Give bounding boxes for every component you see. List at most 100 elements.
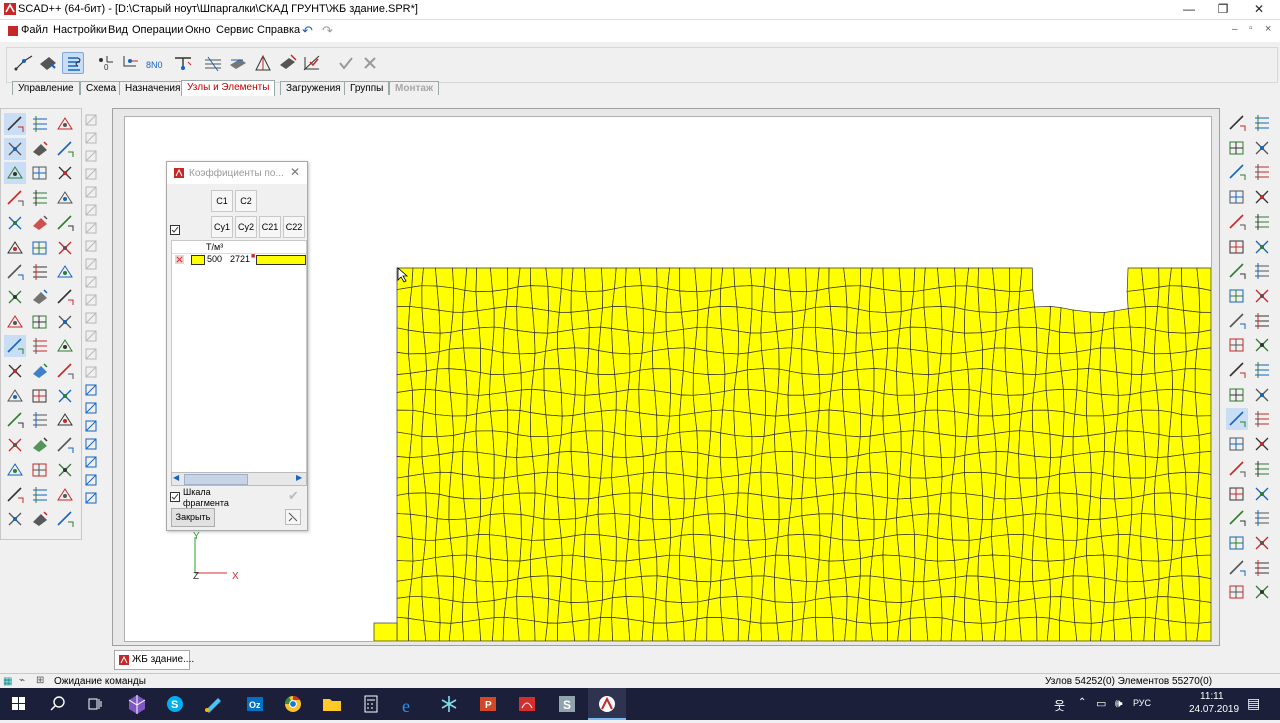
- mesh-element[interactable]: [964, 621, 984, 641]
- mesh-element[interactable]: [547, 598, 560, 624]
- mesh-element[interactable]: [679, 290, 699, 313]
- dialog-info-icon[interactable]: [285, 509, 301, 525]
- mesh-element[interactable]: [1031, 390, 1049, 411]
- mesh-element[interactable]: [558, 576, 572, 603]
- mesh-element[interactable]: [1194, 391, 1211, 417]
- mesh-element[interactable]: [611, 328, 631, 355]
- mesh-element[interactable]: [543, 537, 563, 558]
- status-grid-icon[interactable]: ▦: [3, 676, 12, 687]
- mesh-element[interactable]: [652, 494, 671, 521]
- right-palette-tool-39-icon[interactable]: [1226, 581, 1248, 603]
- mesh-element[interactable]: [611, 616, 631, 641]
- mesh-element[interactable]: [814, 476, 834, 497]
- mesh-element[interactable]: [1154, 370, 1174, 391]
- mesh-element[interactable]: [1086, 391, 1104, 417]
- mesh-element[interactable]: [828, 409, 847, 437]
- left-palette-tool-22-icon[interactable]: [4, 286, 26, 308]
- status-snap-icon[interactable]: ⌁: [19, 675, 25, 686]
- mesh-element[interactable]: [476, 534, 491, 560]
- mesh-element[interactable]: [557, 496, 577, 521]
- mesh-element[interactable]: [1181, 575, 1201, 602]
- element-check-icon[interactable]: [301, 52, 323, 74]
- left-palette-tool-23-icon[interactable]: [29, 286, 51, 308]
- menu-operations[interactable]: Операции: [132, 24, 183, 36]
- mesh-element[interactable]: [952, 454, 966, 475]
- mesh-element[interactable]: [760, 471, 780, 499]
- mesh-element[interactable]: [749, 267, 766, 288]
- mesh-element[interactable]: [396, 560, 414, 582]
- taskbar-skype-icon[interactable]: S: [156, 688, 194, 720]
- mesh-element[interactable]: [1155, 306, 1169, 333]
- mesh-element[interactable]: [665, 288, 682, 313]
- mesh-element[interactable]: [1113, 308, 1131, 329]
- mesh-element[interactable]: [815, 287, 831, 308]
- c21-button[interactable]: C21: [259, 216, 281, 238]
- mesh-element[interactable]: [396, 389, 414, 411]
- mesh-element[interactable]: [1018, 306, 1037, 329]
- mesh-element[interactable]: [423, 388, 436, 415]
- mesh-element[interactable]: [614, 560, 627, 582]
- mesh-element[interactable]: [843, 267, 861, 287]
- document-tab[interactable]: ЖБ здание....: [114, 650, 194, 670]
- secondary-tool-7-icon[interactable]: [83, 220, 99, 236]
- mesh-element[interactable]: [517, 559, 532, 580]
- mesh-element[interactable]: [952, 596, 966, 623]
- mesh-element[interactable]: [747, 471, 763, 496]
- mesh-element[interactable]: [435, 537, 453, 558]
- taskbar-acrobat-icon[interactable]: [508, 688, 546, 720]
- mesh-element[interactable]: [558, 432, 572, 453]
- mesh-element[interactable]: [828, 577, 848, 598]
- mesh-element[interactable]: [665, 472, 685, 500]
- mesh-element[interactable]: [421, 411, 438, 438]
- mesh-element[interactable]: [1181, 555, 1200, 577]
- mesh-element[interactable]: [1100, 473, 1116, 500]
- mesh-element[interactable]: [614, 372, 631, 393]
- mesh-element[interactable]: [829, 596, 848, 621]
- mesh-element[interactable]: [396, 492, 411, 515]
- mesh-element[interactable]: [774, 311, 794, 332]
- mesh-element[interactable]: [1143, 286, 1160, 308]
- mesh-element[interactable]: [490, 558, 509, 583]
- mesh-element[interactable]: [883, 368, 898, 396]
- mesh-element[interactable]: [898, 411, 916, 433]
- mesh-element[interactable]: [680, 515, 694, 536]
- mesh-element[interactable]: [802, 598, 816, 620]
- mesh-element[interactable]: [450, 451, 464, 475]
- mesh-element[interactable]: [517, 410, 532, 437]
- mesh-element[interactable]: [1181, 389, 1198, 417]
- mesh-element[interactable]: [543, 518, 562, 541]
- mesh-element[interactable]: [492, 326, 505, 354]
- mesh-element[interactable]: [516, 306, 535, 334]
- mesh-element[interactable]: [991, 534, 1011, 557]
- mesh-element[interactable]: [869, 433, 887, 454]
- mesh-element[interactable]: [665, 431, 682, 453]
- mesh-element[interactable]: [654, 537, 672, 558]
- mesh-element[interactable]: [787, 370, 805, 396]
- secondary-tool-13-icon[interactable]: [83, 328, 99, 344]
- mesh-element[interactable]: [736, 306, 753, 334]
- left-palette-tool-38-icon[interactable]: [29, 409, 51, 431]
- mesh-element[interactable]: [1019, 267, 1034, 292]
- mesh-element[interactable]: [1018, 581, 1036, 602]
- right-palette-tool-29-icon[interactable]: [1226, 458, 1248, 480]
- start-windows-icon[interactable]: [0, 688, 38, 720]
- mesh-element[interactable]: [899, 601, 912, 622]
- mesh-element[interactable]: [665, 451, 684, 476]
- mesh-element[interactable]: [1021, 392, 1034, 413]
- mesh-element[interactable]: [841, 389, 861, 414]
- mesh-element[interactable]: [1103, 554, 1119, 582]
- secondary-tool-22-icon[interactable]: [83, 490, 99, 506]
- left-palette-tool-28-icon[interactable]: [4, 335, 26, 358]
- mesh-element[interactable]: [1018, 453, 1037, 479]
- mesh-element[interactable]: [597, 350, 616, 375]
- element-sections-icon[interactable]: [202, 52, 224, 74]
- mesh-element[interactable]: [611, 596, 629, 620]
- mesh-element[interactable]: [924, 390, 938, 411]
- left-palette-tool-32-icon[interactable]: [29, 360, 51, 382]
- mesh-element[interactable]: [1045, 388, 1065, 413]
- mesh-element[interactable]: [1113, 451, 1131, 479]
- mesh-element[interactable]: [938, 285, 957, 308]
- mesh-element[interactable]: [1167, 575, 1185, 599]
- mesh-element[interactable]: [926, 513, 940, 539]
- mesh-element[interactable]: [502, 616, 520, 641]
